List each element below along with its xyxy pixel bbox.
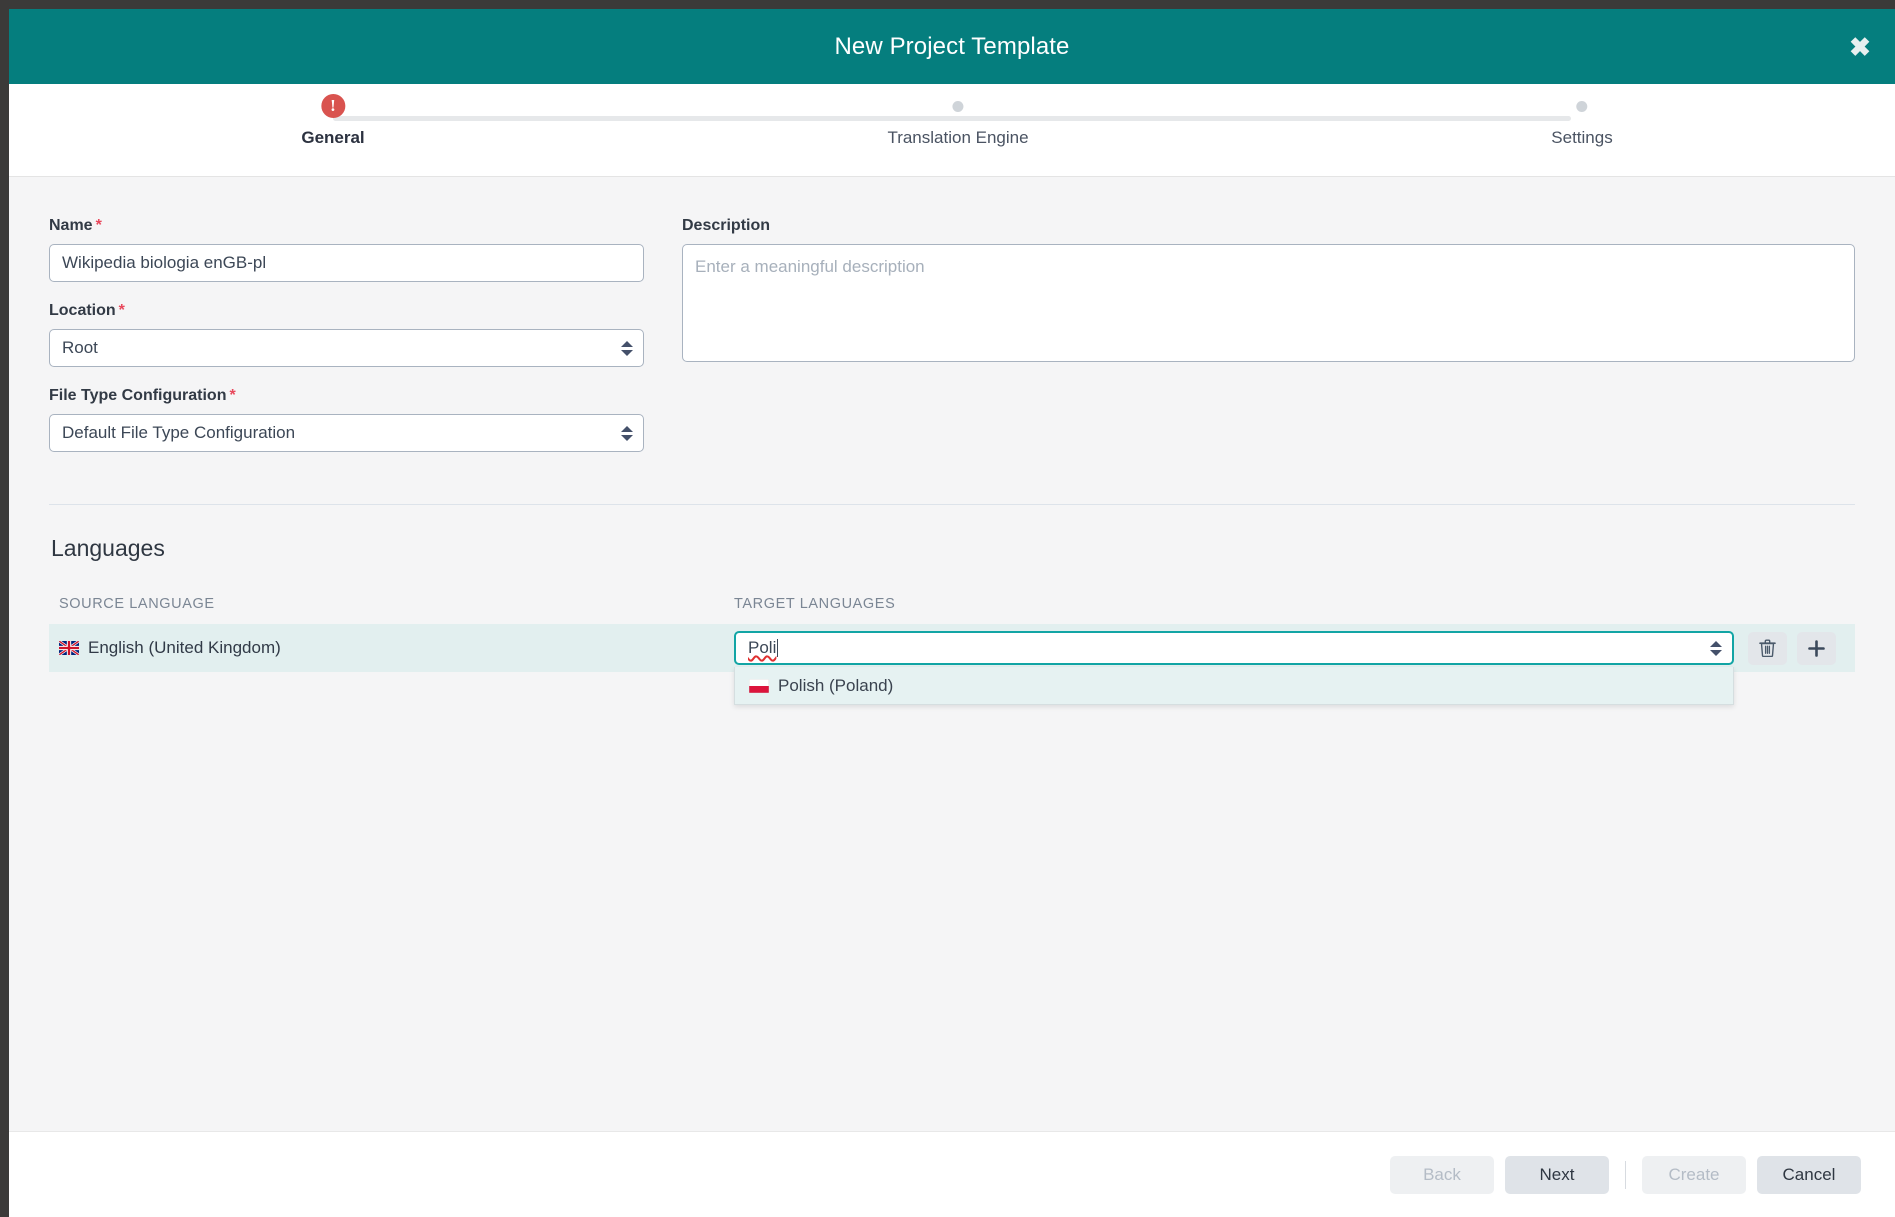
name-label: Name *	[49, 217, 102, 234]
step-translation-engine-marker-wrap	[952, 84, 964, 128]
target-language-dropdown: Polish (Poland)	[734, 667, 1734, 705]
dialog-body: Name* Location* Root File Type Configura…	[9, 177, 1895, 1131]
target-language-combobox[interactable]: Poli	[734, 631, 1734, 665]
chevron-updown-icon	[621, 423, 633, 443]
chevron-updown-icon[interactable]	[1710, 638, 1722, 658]
row-actions-cell	[1740, 631, 1855, 665]
step-settings-marker-wrap	[1576, 84, 1588, 128]
error-exclamation-icon: !	[321, 94, 345, 118]
next-button[interactable]: Next	[1505, 1155, 1609, 1194]
back-button[interactable]: Back	[1390, 1155, 1494, 1194]
trash-icon	[1759, 639, 1776, 657]
file-type-configuration-select[interactable]: Default File Type Configuration	[49, 414, 644, 452]
dialog-footer: Back Next Create Cancel	[9, 1131, 1895, 1217]
file-type-required-marker: *	[229, 387, 236, 404]
footer-separator	[1625, 1160, 1626, 1189]
location-select-value: Root	[62, 338, 98, 357]
step-settings-label: Settings	[1551, 128, 1613, 147]
description-textarea[interactable]	[682, 244, 1855, 362]
form-right-column: Description	[682, 217, 1855, 472]
actions-column-header	[1740, 596, 1855, 612]
location-label: Location *	[49, 302, 125, 319]
name-required-marker: *	[95, 217, 102, 234]
delete-target-language-button[interactable]	[1748, 631, 1787, 665]
step-general-marker-wrap: !	[321, 84, 345, 128]
flag-pl-icon	[749, 678, 769, 693]
location-required-marker: *	[118, 302, 125, 319]
text-caret	[777, 639, 779, 657]
close-icon[interactable]: ✖	[1840, 27, 1880, 67]
flag-gb-icon	[59, 641, 79, 655]
general-form: Name* Location* Root File Type Configura…	[49, 217, 1855, 472]
target-language-typed-value: Poli	[748, 638, 777, 657]
location-select[interactable]: Root	[49, 329, 644, 367]
target-languages-cell: Poli Polish (Poland)	[734, 631, 1740, 705]
description-label: Description	[682, 217, 771, 234]
languages-table-header: SOURCE LANGUAGE TARGET LANGUAGES	[49, 596, 1855, 624]
step-translation-engine[interactable]: Translation Engine	[887, 84, 1029, 148]
name-input[interactable]	[49, 244, 644, 282]
location-field-group: Location * Root	[49, 302, 644, 367]
dot-icon	[1576, 100, 1588, 112]
target-languages-column-header: TARGET LANGUAGES	[734, 596, 896, 612]
add-target-language-button[interactable]	[1797, 631, 1836, 665]
cancel-button[interactable]: Cancel	[1757, 1155, 1861, 1194]
name-field-group: Name *	[49, 217, 644, 282]
list-item[interactable]: Polish (Poland)	[735, 667, 1733, 704]
wizard-stepper: ! General Translation Engine Settings	[9, 84, 1895, 177]
file-type-configuration-label: File Type Configuration *	[49, 387, 236, 404]
new-project-template-dialog: New Project Template ✖ ! General Transla…	[9, 9, 1895, 1217]
step-general-label: General	[301, 128, 365, 147]
section-divider	[49, 504, 1855, 505]
dropdown-option-label: Polish (Poland)	[778, 675, 894, 695]
source-language-cell: English (United Kingdom)	[49, 638, 734, 658]
create-button[interactable]: Create	[1642, 1155, 1746, 1194]
step-settings[interactable]: Settings	[1551, 84, 1613, 148]
description-field-group: Description	[682, 217, 1855, 367]
target-language-input-text: Poli	[748, 638, 779, 658]
languages-section-title: Languages	[51, 535, 165, 561]
file-type-configuration-value: Default File Type Configuration	[62, 423, 296, 442]
dot-icon	[952, 100, 964, 112]
plus-icon	[1808, 639, 1825, 657]
source-language-column-header: SOURCE LANGUAGE	[59, 596, 215, 612]
source-language-label: English (United Kingdom)	[88, 638, 281, 657]
dialog-titlebar: New Project Template ✖	[9, 9, 1895, 84]
table-row: English (United Kingdom) Poli Polish (Po…	[49, 624, 1855, 705]
file-type-configuration-field-group: File Type Configuration * Default File Ty…	[49, 387, 644, 452]
chevron-updown-icon	[621, 338, 633, 358]
form-left-column: Name* Location* Root File Type Configura…	[49, 217, 644, 472]
dialog-title: New Project Template	[834, 32, 1070, 60]
languages-table: SOURCE LANGUAGE TARGET LANGUAGES English…	[49, 596, 1855, 705]
step-general[interactable]: ! General	[301, 84, 365, 148]
step-translation-engine-label: Translation Engine	[887, 128, 1029, 147]
